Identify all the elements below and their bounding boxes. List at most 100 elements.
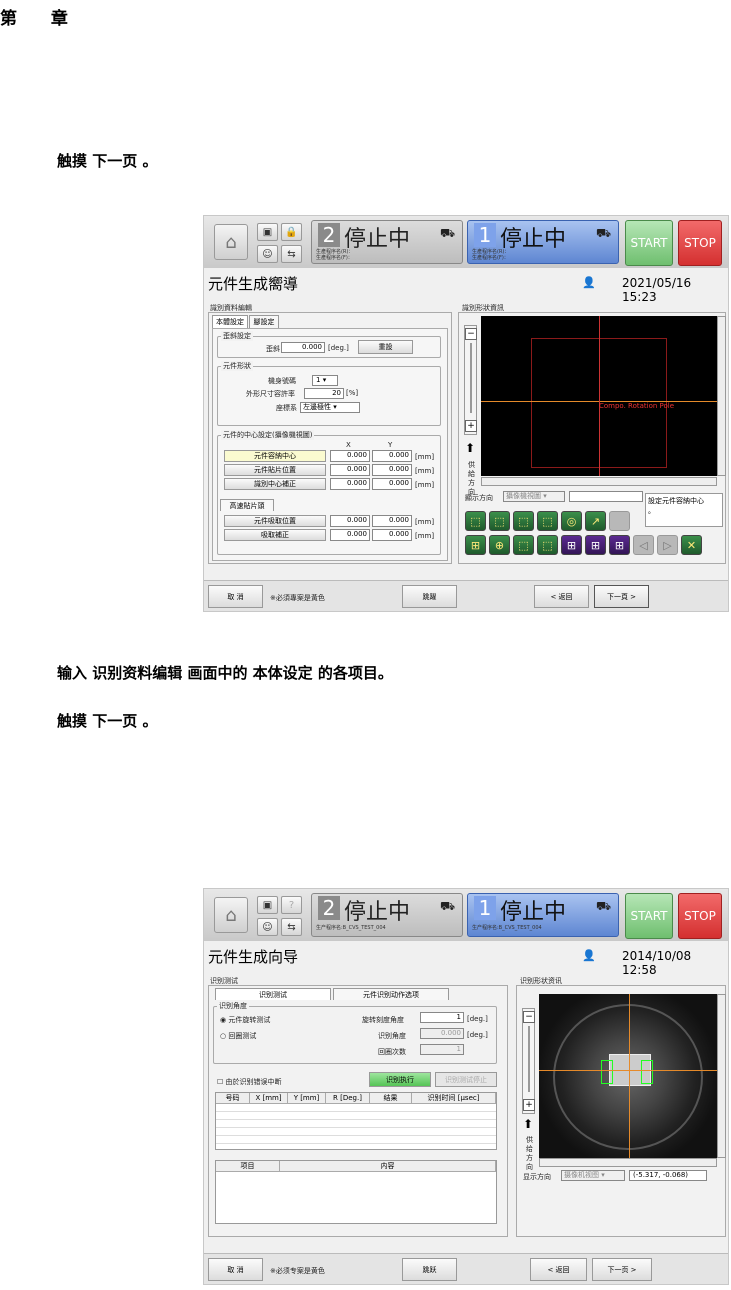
center-x-input[interactable]: 0.000 xyxy=(330,450,370,462)
user-button[interactable]: ☺ xyxy=(257,918,278,936)
view-tool-icon[interactable]: ⊕ xyxy=(489,535,510,555)
view-tool-icon[interactable]: ⬚ xyxy=(489,511,510,531)
center-y-input[interactable]: 0.000 xyxy=(372,450,412,462)
display-direction-select[interactable]: 攝像機視圖 ▾ xyxy=(503,491,565,502)
user-button[interactable]: ☺ xyxy=(257,245,278,263)
start-button[interactable]: START xyxy=(625,893,673,939)
center-y-input[interactable]: 0.000 xyxy=(372,515,412,527)
start-button[interactable]: START xyxy=(625,220,673,266)
tab-recognition-options[interactable]: 元件识别动作选项 xyxy=(333,988,449,1000)
reset-button[interactable]: 重設 xyxy=(358,340,413,354)
horizontal-scrollbar[interactable] xyxy=(481,477,717,486)
vertical-scrollbar[interactable] xyxy=(717,316,726,476)
skip-button[interactable]: 跳躍 xyxy=(402,585,457,608)
view-tool-icon[interactable]: ⊞ xyxy=(561,535,582,555)
tilt-input[interactable]: 0.000 xyxy=(281,342,325,353)
view-tool-icon[interactable]: ⬚ xyxy=(537,535,558,555)
center-y-input[interactable]: 0.000 xyxy=(372,464,412,476)
keyboard-button[interactable]: ▣ xyxy=(257,896,278,914)
status-lane-1[interactable]: 1 停止中 ⛟ 生產程序名(R)： 生產程序名(F)： xyxy=(467,220,619,264)
tolerance-unit: [%] xyxy=(346,389,359,397)
status-lane-2[interactable]: 2 停止中 ⛟ 生產程序名(R)： 生產程序名(F)： xyxy=(311,220,463,264)
view-tool-icon[interactable]: ⊞ xyxy=(465,535,486,555)
center-x-input[interactable]: 0.000 xyxy=(330,515,370,527)
zoom-slider[interactable]: − + xyxy=(464,325,477,435)
horizontal-scrollbar[interactable] xyxy=(539,1158,717,1167)
coord-select[interactable]: 左邊極性 ▾ xyxy=(300,402,360,413)
zoom-out-button[interactable]: − xyxy=(465,328,477,340)
view-tool-icon[interactable]: ↗ xyxy=(585,511,606,531)
center-x-input[interactable]: 0.000 xyxy=(330,464,370,476)
center-row-label[interactable]: 識別中心補正 xyxy=(224,478,326,490)
zoom-in-button[interactable]: + xyxy=(465,420,477,432)
view-tool-icon[interactable]: ⬚ xyxy=(513,511,534,531)
view-tool-icon[interactable]: ▷ xyxy=(657,535,678,555)
center-row-label[interactable]: 元件貼片位置 xyxy=(224,464,326,476)
rotation-step-input[interactable]: 1 xyxy=(420,1012,464,1023)
help-button[interactable]: ? xyxy=(281,896,302,914)
tab-recognition-test[interactable]: 识别测试 xyxy=(215,988,331,1000)
status-lane-1[interactable]: 1 停止中 ⛟ 生产程序名:B_CVS_TEST_004 xyxy=(467,893,619,937)
zoom-slider[interactable]: − + xyxy=(522,1008,535,1114)
next-button[interactable]: 下一頁 > xyxy=(594,585,649,608)
view-tool-icon[interactable]: ⬚ xyxy=(537,511,558,531)
stop-button[interactable]: STOP xyxy=(678,220,722,266)
tab-body[interactable]: 本體設定 xyxy=(212,315,248,328)
view-tool-icon[interactable]: ✕ xyxy=(681,535,702,555)
stop-button[interactable]: STOP xyxy=(678,893,722,939)
view-tool-icon[interactable] xyxy=(609,511,630,531)
back-button[interactable]: < 返回 xyxy=(530,1258,587,1281)
instruction-1: 触摸 下一页 。 xyxy=(57,152,158,170)
view-tool-icon[interactable]: ◎ xyxy=(561,511,582,531)
home-button[interactable]: ⌂ xyxy=(214,897,248,933)
lane-status: 停止中 xyxy=(500,900,567,925)
transfer-button[interactable]: ⇆ xyxy=(281,245,302,263)
radio-rotation-test[interactable]: ◉ 元件旋转测试 xyxy=(220,1015,270,1025)
display-direction-select[interactable]: 摄像机视图 ▾ xyxy=(561,1170,625,1181)
view-tool-icon[interactable]: ⬚ xyxy=(465,511,486,531)
camera-view[interactable] xyxy=(539,994,717,1158)
center-y-input[interactable]: 0.000 xyxy=(372,529,412,541)
view-tool-icon[interactable]: ⊞ xyxy=(585,535,606,555)
radio-loop-test[interactable]: ○ 回圈测试 xyxy=(220,1031,256,1041)
view-tool-icon[interactable]: ⊞ xyxy=(609,535,630,555)
center-y-input[interactable]: 0.000 xyxy=(372,478,412,490)
tab-leads[interactable]: 腳設定 xyxy=(249,315,279,328)
transfer-button[interactable]: ⇆ xyxy=(281,918,302,936)
center-x-input[interactable]: 0.000 xyxy=(330,529,370,541)
tilt-label: 歪斜 xyxy=(266,345,280,353)
center-x-input[interactable]: 0.000 xyxy=(330,478,370,490)
chevron-down-icon: ▾ xyxy=(322,376,327,384)
tolerance-input[interactable]: 20 xyxy=(304,388,344,399)
execute-recognition-button[interactable]: 识别执行 xyxy=(369,1072,431,1087)
keyboard-button[interactable]: ▣ xyxy=(257,223,278,241)
home-button[interactable]: ⌂ xyxy=(214,224,248,260)
tab-high-speed-head[interactable]: 高速貼片頭 xyxy=(220,499,274,511)
center-row-label[interactable]: 吸取補正 xyxy=(224,529,326,541)
view-tool-icon[interactable]: ◁ xyxy=(633,535,654,555)
center-row-label[interactable]: 元件吸取位置 xyxy=(224,515,326,527)
cancel-button[interactable]: 取 消 xyxy=(208,1258,263,1281)
cancel-button[interactable]: 取 消 xyxy=(208,585,263,608)
stop-on-error-checkbox[interactable]: ☐ 由於识别错误中断 xyxy=(217,1077,282,1087)
bottom-bar: 取 消 ※必須專案是黃色 跳躍 < 返回 下一頁 > xyxy=(204,580,728,611)
program-name-f: 生產程序名(F)： xyxy=(316,255,353,261)
lane-number: 1 xyxy=(474,896,496,920)
status-lane-2[interactable]: 2 停止中 ⛟ 生产程序名:B_CVS_TEST_004 xyxy=(311,893,463,937)
zoom-out-button[interactable]: − xyxy=(523,1011,535,1023)
tolerance-label: 外形尺寸容許率 xyxy=(246,390,295,398)
detail-column-header: 内容 xyxy=(280,1161,496,1172)
lock-button[interactable]: 🔒 xyxy=(281,223,302,241)
detail-table: 项目 内容 xyxy=(215,1160,497,1224)
back-button[interactable]: < 返回 xyxy=(534,585,589,608)
shape-group-title: 元件形狀 xyxy=(221,361,253,371)
rotation-step-unit: [deg.] xyxy=(467,1015,488,1023)
next-button[interactable]: 下一页 > xyxy=(592,1258,652,1281)
view-tool-icon[interactable]: ⬚ xyxy=(513,535,534,555)
camera-view[interactable]: Compo. Rotation Pole xyxy=(481,316,717,476)
center-row-label[interactable]: 元件容納中心 xyxy=(224,450,326,462)
nozzle-select[interactable]: 1 ▾ xyxy=(312,375,338,386)
vertical-scrollbar[interactable] xyxy=(717,994,726,1158)
skip-button[interactable]: 跳跃 xyxy=(402,1258,457,1281)
zoom-in-button[interactable]: + xyxy=(523,1099,535,1111)
